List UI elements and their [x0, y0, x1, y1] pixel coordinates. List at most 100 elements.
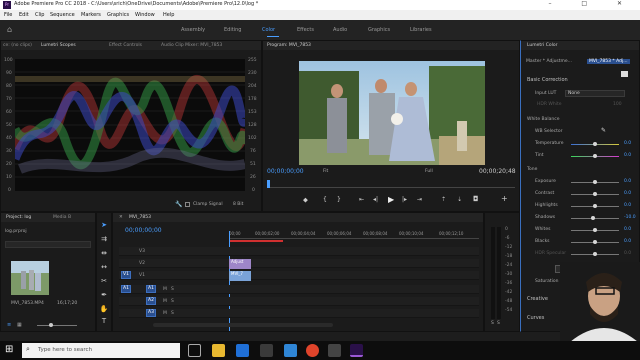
- track-v3[interactable]: V3: [119, 247, 479, 256]
- tone-slider-knob[interactable]: [593, 180, 597, 184]
- workspace-audio[interactable]: Audio: [333, 27, 347, 33]
- eyedropper-icon[interactable]: ✎: [601, 127, 606, 134]
- tone-value[interactable]: 0.0: [624, 239, 631, 244]
- tone-slider-knob[interactable]: [590, 216, 595, 220]
- tab-source[interactable]: ce: (no clips): [3, 43, 32, 48]
- tone-slider-knob[interactable]: [593, 204, 597, 208]
- menu-clip[interactable]: Clip: [35, 12, 44, 18]
- tab-lumetri-color[interactable]: Lumetri Color: [527, 43, 557, 48]
- workspace-assembly[interactable]: Assembly: [181, 27, 205, 33]
- thumbnail-zoom-knob[interactable]: [49, 323, 53, 327]
- timeline-timecode[interactable]: 00;00;00;00: [125, 227, 162, 234]
- curves-header[interactable]: Curves: [527, 315, 544, 321]
- track-a2[interactable]: A2 MS: [119, 297, 479, 306]
- wrench-icon[interactable]: 🔧: [175, 201, 182, 208]
- menu-sequence[interactable]: Sequence: [50, 12, 75, 18]
- go-to-in-icon[interactable]: ⇤: [359, 196, 364, 203]
- edge-browser-icon[interactable]: [236, 344, 249, 357]
- thumbnail-zoom-slider[interactable]: [37, 325, 77, 326]
- tone-slider-knob[interactable]: [593, 228, 597, 232]
- workspace-effects[interactable]: Effects: [297, 27, 314, 33]
- video-clip[interactable]: MVI_7: [229, 271, 251, 281]
- task-view-icon[interactable]: [188, 344, 201, 357]
- export-frame-icon[interactable]: ◘: [473, 195, 479, 203]
- creative-header[interactable]: Creative: [527, 296, 548, 302]
- playhead[interactable]: [267, 180, 270, 188]
- solo-left-button[interactable]: S: [491, 321, 494, 326]
- list-view-icon[interactable]: ≡: [7, 322, 11, 328]
- adjustment-layer-clip[interactable]: Adjust: [229, 259, 251, 269]
- tab-audio-clip-mixer[interactable]: Audio Clip Mixer: MVI_7853: [161, 43, 222, 48]
- project-search-input[interactable]: [5, 241, 91, 248]
- track-v2[interactable]: V2: [119, 259, 479, 268]
- menu-file[interactable]: File: [4, 12, 12, 18]
- clip-thumbnail[interactable]: [11, 261, 49, 295]
- timeline-zoom-scrollbar[interactable]: [153, 323, 333, 327]
- play-icon[interactable]: ▶: [388, 195, 394, 204]
- ripple-edit-tool-icon[interactable]: ⇹: [99, 249, 109, 259]
- settings-icon[interactable]: [328, 344, 341, 357]
- menu-markers[interactable]: Markers: [81, 12, 101, 18]
- tone-value[interactable]: 0.0: [624, 203, 631, 208]
- tab-program-monitor[interactable]: Program: MVI_7853: [267, 43, 311, 48]
- work-area-bar[interactable]: [229, 240, 283, 242]
- menu-window[interactable]: Window: [135, 12, 155, 18]
- mark-out-icon[interactable]: }: [337, 196, 341, 203]
- basic-correction-header[interactable]: Basic Correction: [527, 77, 568, 83]
- menu-graphics[interactable]: Graphics: [107, 12, 129, 18]
- rate-stretch-tool-icon[interactable]: ↔: [99, 263, 109, 273]
- close-button[interactable]: ✕: [617, 0, 636, 7]
- step-forward-icon[interactable]: |▸: [402, 196, 407, 203]
- razor-tool-icon[interactable]: ✂: [99, 277, 109, 287]
- program-timecode[interactable]: 00;00;00;00: [267, 168, 304, 175]
- tab-project[interactable]: Project: log: [6, 215, 31, 220]
- track-a3[interactable]: A3 MS: [119, 309, 479, 318]
- tab-sequence[interactable]: MVI_7853: [129, 215, 151, 220]
- active-clip-select[interactable]: MVI_7853 * Adj...: [587, 59, 630, 64]
- bit-depth-select[interactable]: 8 Bit: [233, 202, 243, 207]
- tab-effect-controls[interactable]: Effect Controls: [109, 43, 142, 48]
- tone-value[interactable]: 0.0: [624, 227, 631, 232]
- go-to-out-icon[interactable]: ⇥: [417, 196, 422, 203]
- menu-help[interactable]: Help: [163, 12, 174, 18]
- mail-icon[interactable]: [284, 344, 297, 357]
- clamp-signal-checkbox[interactable]: [185, 202, 190, 207]
- button-editor-icon[interactable]: +: [501, 194, 508, 203]
- icon-view-icon[interactable]: ▦: [17, 322, 22, 328]
- add-marker-icon[interactable]: ⬥: [303, 196, 308, 205]
- close-sequence-icon[interactable]: ✕: [119, 215, 123, 220]
- tone-slider-knob[interactable]: [593, 252, 597, 256]
- workspace-graphics[interactable]: Graphics: [368, 27, 390, 33]
- source-patch-a1[interactable]: A1: [121, 285, 131, 293]
- timeline-ruler[interactable]: 00;00 00;00;02;00 00;00;04;04 00;00;06;0…: [229, 231, 479, 239]
- white-balance-value[interactable]: 0.0: [624, 141, 631, 146]
- selection-tool-icon[interactable]: ➤: [99, 221, 109, 231]
- step-back-icon[interactable]: ◂|: [373, 196, 378, 203]
- tab-media-browser[interactable]: Media B: [53, 215, 71, 220]
- master-clip-select[interactable]: Master * Adjustme...: [526, 59, 572, 64]
- basic-correction-toggle[interactable]: [621, 71, 628, 77]
- pen-tool-icon[interactable]: ✒: [99, 291, 109, 301]
- white-balance-header[interactable]: White Balance: [527, 117, 559, 122]
- taskbar-search-box[interactable]: ⌕ Type here to search: [22, 343, 180, 358]
- tone-value[interactable]: -10.0: [624, 215, 636, 220]
- program-ruler[interactable]: [267, 182, 515, 188]
- minimize-button[interactable]: –: [548, 0, 565, 7]
- tone-value[interactable]: 0.0: [624, 179, 631, 184]
- white-balance-slider-knob[interactable]: [593, 142, 597, 146]
- store-icon[interactable]: [260, 344, 273, 357]
- workspace-editing[interactable]: Editing: [224, 27, 241, 33]
- home-icon[interactable]: ⌂: [7, 25, 12, 34]
- tone-slider-knob[interactable]: [593, 240, 597, 244]
- input-lut-select[interactable]: None: [565, 90, 625, 97]
- tone-value[interactable]: 0.0: [624, 191, 631, 196]
- type-tool-icon[interactable]: T: [99, 317, 109, 327]
- tone-value[interactable]: 0.0: [624, 251, 631, 256]
- track-select-tool-icon[interactable]: ⇉: [99, 235, 109, 245]
- solo-right-button[interactable]: S: [497, 321, 500, 326]
- fit-select[interactable]: Fit: [323, 169, 328, 174]
- maximize-button[interactable]: □: [581, 0, 601, 7]
- tone-slider[interactable]: [571, 218, 619, 219]
- file-explorer-icon[interactable]: [212, 344, 225, 357]
- tab-lumetri-scopes[interactable]: Lumetri Scopes: [41, 43, 76, 48]
